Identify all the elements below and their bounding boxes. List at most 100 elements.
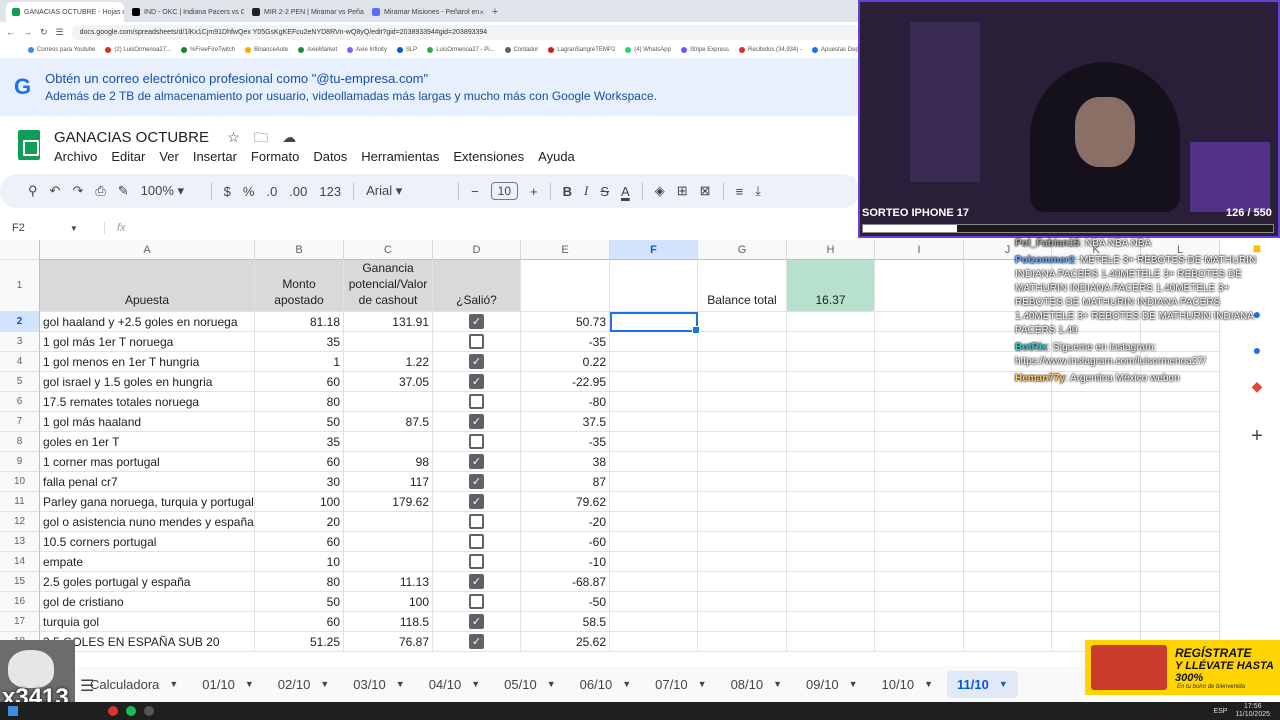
obs-taskbar-icon[interactable] <box>144 706 154 716</box>
grid-cell[interactable] <box>698 372 787 392</box>
print-icon[interactable]: ⎙ <box>95 183 105 199</box>
grid-cell[interactable] <box>787 412 875 432</box>
italic-button[interactable]: I <box>584 183 588 199</box>
spotify-taskbar-icon[interactable] <box>126 706 136 716</box>
won-checkbox[interactable]: ✓ <box>469 494 484 509</box>
menu-item-datos[interactable]: Datos <box>313 149 347 164</box>
stake-cell[interactable]: 80 <box>255 392 344 412</box>
grid-cell[interactable] <box>787 472 875 492</box>
grid-cell[interactable] <box>698 432 787 452</box>
browser-tab[interactable]: Miramar Misiones - Peñarol en × <box>366 2 484 22</box>
grid-cell[interactable] <box>610 492 698 512</box>
grid-cell[interactable] <box>610 532 698 552</box>
fill-color-icon[interactable]: ◈ <box>655 183 665 199</box>
stake-cell[interactable]: 1 <box>255 352 344 372</box>
stake-cell[interactable]: 60 <box>255 532 344 552</box>
grid-cell[interactable] <box>1052 392 1141 412</box>
star-icon[interactable]: ☆ <box>227 129 240 145</box>
bet-description-cell[interactable]: 10.5 corners portugal <box>40 532 255 552</box>
vertical-align-icon[interactable]: ⤓ <box>755 183 761 199</box>
chevron-down-icon[interactable]: ▼ <box>396 679 405 689</box>
won-checkbox[interactable] <box>469 514 484 529</box>
grid-cell[interactable] <box>787 372 875 392</box>
all-sheets-menu-icon[interactable]: ☰ <box>80 676 94 696</box>
grid-cell[interactable] <box>698 532 787 552</box>
balance-value-cell[interactable]: 16.37 <box>787 260 875 312</box>
row-header[interactable]: 7 <box>0 412 40 432</box>
payout-cell[interactable] <box>344 552 433 572</box>
header-cell[interactable]: ¿Salió? <box>433 260 521 312</box>
currency-format-button[interactable]: $ <box>224 184 231 199</box>
row-header[interactable]: 14 <box>0 552 40 572</box>
grid-cell[interactable] <box>964 452 1052 472</box>
grid-cell[interactable] <box>964 472 1052 492</box>
grid-cell[interactable] <box>1052 452 1141 472</box>
horizontal-align-icon[interactable]: ≡ <box>736 184 744 199</box>
won-cell[interactable] <box>433 532 521 552</box>
grid-cell[interactable] <box>875 452 964 472</box>
grid-cell[interactable] <box>875 592 964 612</box>
bookmark-item[interactable]: Correos para Youtube <box>28 47 95 53</box>
menu-item-editar[interactable]: Editar <box>111 149 145 164</box>
decrease-font-size-icon[interactable]: − <box>471 184 479 199</box>
zoom-select[interactable]: 100% ▾ <box>141 183 199 199</box>
chevron-down-icon[interactable]: ▼ <box>622 679 631 689</box>
stake-cell[interactable]: 50 <box>255 592 344 612</box>
row-header[interactable]: 8 <box>0 432 40 452</box>
grid-cell[interactable] <box>610 260 698 312</box>
grid-cell[interactable] <box>1052 492 1141 512</box>
row-header[interactable]: 9 <box>0 452 40 472</box>
chevron-down-icon[interactable]: ▼ <box>471 679 480 689</box>
sheet-tab[interactable]: 06/10 ▼ <box>570 671 641 698</box>
chat-username[interactable]: Heman77y <box>1015 373 1065 384</box>
row-header[interactable]: 11 <box>0 492 40 512</box>
grid-cell[interactable] <box>1052 432 1141 452</box>
grid-cell[interactable] <box>698 632 787 652</box>
payout-cell[interactable]: 98 <box>344 452 433 472</box>
row-header[interactable]: 10 <box>0 472 40 492</box>
grid-cell[interactable] <box>964 512 1052 532</box>
paint-format-icon[interactable]: ✎ <box>118 183 129 199</box>
bet-description-cell[interactable]: gol haaland y +2.5 goles en noruega <box>40 312 255 332</box>
payout-cell[interactable] <box>344 512 433 532</box>
language-indicator[interactable]: ESP <box>1213 708 1227 715</box>
won-cell[interactable]: ✓ <box>433 472 521 492</box>
result-cell[interactable]: -22.95 <box>521 372 610 392</box>
column-header[interactable]: A <box>40 240 255 260</box>
grid-cell[interactable] <box>610 592 698 612</box>
grid-cell[interactable] <box>1052 552 1141 572</box>
result-cell[interactable]: -20 <box>521 512 610 532</box>
column-header[interactable]: E <box>521 240 610 260</box>
row-header[interactable]: 1 <box>0 260 40 312</box>
won-checkbox[interactable]: ✓ <box>469 454 484 469</box>
bet-description-cell[interactable]: empate <box>40 552 255 572</box>
won-cell[interactable] <box>433 392 521 412</box>
payout-cell[interactable]: 118.5 <box>344 612 433 632</box>
grid-cell[interactable] <box>875 260 964 312</box>
column-header[interactable]: G <box>698 240 787 260</box>
grid-cell[interactable] <box>787 452 875 472</box>
grid-cell[interactable] <box>1141 612 1220 632</box>
grid-cell[interactable] <box>875 552 964 572</box>
add-addon-icon[interactable]: + <box>1242 425 1272 448</box>
bet-description-cell[interactable]: 1 gol menos en 1er T hungria <box>40 352 255 372</box>
result-cell[interactable]: -80 <box>521 392 610 412</box>
bold-button[interactable]: B <box>563 184 572 199</box>
result-cell[interactable]: -10 <box>521 552 610 572</box>
payout-cell[interactable]: 117 <box>344 472 433 492</box>
won-checkbox[interactable] <box>469 534 484 549</box>
menu-item-herramientas[interactable]: Herramientas <box>361 149 439 164</box>
won-cell[interactable]: ✓ <box>433 372 521 392</box>
won-cell[interactable] <box>433 512 521 532</box>
grid-cell[interactable] <box>875 432 964 452</box>
won-cell[interactable] <box>433 332 521 352</box>
sheets-logo-icon[interactable] <box>18 130 40 160</box>
bet-description-cell[interactable]: gol israel y 1.5 goles en hungria <box>40 372 255 392</box>
grid-cell[interactable] <box>610 392 698 412</box>
name-box[interactable]: F2 ▼ <box>0 222 90 234</box>
grid-cell[interactable] <box>1141 492 1220 512</box>
grid-cell[interactable] <box>1052 592 1141 612</box>
redo-icon[interactable]: ↷ <box>72 183 83 199</box>
grid-cell[interactable] <box>787 312 875 332</box>
bet-description-cell[interactable]: falla penal cr7 <box>40 472 255 492</box>
